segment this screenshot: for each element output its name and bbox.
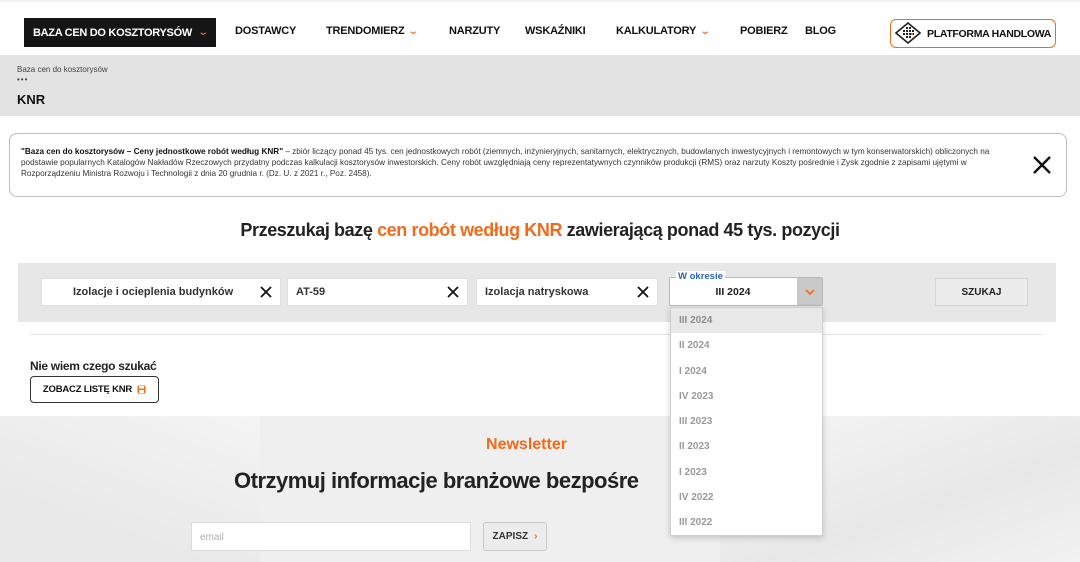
platform-logo-icon xyxy=(895,22,921,44)
nav-item-label: BLOG xyxy=(805,25,836,37)
period-option[interactable]: IV 2022 xyxy=(671,485,822,510)
catalog-field[interactable]: AT-59 xyxy=(287,278,468,306)
catalog-field-value: AT-59 xyxy=(296,286,326,298)
period-select[interactable]: W okresie III 2024 xyxy=(669,271,823,306)
nav-item-trendomierz[interactable]: TRENDOMIERZ ⌄ xyxy=(326,25,419,37)
nav-item-label: NARZUTY xyxy=(449,25,501,37)
newsletter-section: Newsletter Otrzymuj informacje branżowe … xyxy=(0,416,1080,562)
newsletter-headline: Otrzymuj informacje branżowe bezpośre xyxy=(234,468,639,493)
nav-item-kalkulatory[interactable]: KALKULATORY ⌄ xyxy=(616,25,711,37)
top-navigation: BAZA CEN DO KOSZTORYSÓW ⌄ DOSTAWCY TREND… xyxy=(0,0,1080,62)
period-option[interactable]: III 2024 xyxy=(671,308,822,334)
period-option[interactable]: IV 2023 xyxy=(671,384,822,409)
period-option[interactable]: I 2023 xyxy=(671,460,822,485)
nav-item-blog[interactable]: BLOG xyxy=(805,25,836,37)
clear-icon[interactable] xyxy=(446,285,460,299)
heading-text-start: Przeszukaj bazę xyxy=(240,220,378,240)
nav-item-label: TRENDOMIERZ xyxy=(326,25,405,37)
work-type-field-value: Izolacja natryskowa xyxy=(485,286,589,298)
divider xyxy=(30,334,1043,335)
period-option[interactable]: II 2024 xyxy=(671,333,822,358)
breadcrumb-band: Baza cen do kosztorysów ••• KNR xyxy=(0,55,1080,116)
info-box: "Baza cen do kosztorysów – Ceny jednostk… xyxy=(9,133,1067,197)
platforma-handlowa-button[interactable]: PLATFORMA HANDLOWA xyxy=(890,19,1056,48)
nav-baza-cen-label: BAZA CEN DO KOSZTORYSÓW xyxy=(32,26,192,39)
help-question: Nie wiem czego szukać xyxy=(30,359,157,373)
nav-item-pobierz[interactable]: POBIERZ xyxy=(740,25,788,37)
nav-baza-cen-button[interactable]: BAZA CEN DO KOSZTORYSÓW ⌄ xyxy=(24,18,216,47)
close-icon[interactable] xyxy=(1030,153,1054,177)
nav-item-dostawcy[interactable]: DOSTAWCY xyxy=(235,25,296,37)
period-option[interactable]: III 2022 xyxy=(671,510,822,535)
chevron-down-icon: ⌄ xyxy=(408,25,419,37)
email-field[interactable]: email xyxy=(191,522,471,551)
nav-item-narzuty[interactable]: NARZUTY xyxy=(449,25,500,37)
chevron-down-icon[interactable] xyxy=(797,278,822,305)
chevron-right-icon: › xyxy=(534,531,538,542)
info-text: "Baza cen do kosztorysów – Ceny jednostk… xyxy=(21,146,1011,179)
info-text-bold: "Baza cen do kosztorysów – Ceny jednostk… xyxy=(21,147,284,156)
period-dropdown: III 2024 II 2024 I 2024 IV 2023 III 2023 II 2… xyxy=(670,307,823,536)
period-select-legend: W okresie xyxy=(676,271,725,282)
nav-item-label: WSKAŹNIKI xyxy=(525,25,586,37)
nav-item-label: KALKULATORY xyxy=(616,25,697,37)
knr-list-button[interactable]: ZOBACZ LISTĘ KNR xyxy=(30,376,159,403)
heading-text-end: zawierającą ponad 45 tys. pozycji xyxy=(562,220,840,240)
nav-item-label: POBIERZ xyxy=(740,25,788,37)
subscribe-label: ZAPISZ xyxy=(492,531,529,542)
nav-item-wskazniki[interactable]: WSKAŹNIKI xyxy=(525,25,586,37)
chevron-down-icon: ⌄ xyxy=(699,25,711,37)
chevron-down-icon: ⌄ xyxy=(197,27,209,38)
period-select-value: III 2024 xyxy=(715,286,751,298)
period-option[interactable]: II 2023 xyxy=(671,434,822,459)
category-field-value: Izolacje i ocieplenia budynków xyxy=(73,286,234,298)
clear-icon[interactable] xyxy=(636,285,650,299)
knr-list-label: ZOBACZ LISTĘ KNR xyxy=(42,384,133,395)
heading-highlight: cen robót według KNR xyxy=(377,220,563,240)
category-field[interactable]: Izolacje i ocieplenia budynków xyxy=(41,278,281,306)
work-type-field[interactable]: Izolacja natryskowa xyxy=(476,278,658,306)
clear-icon[interactable] xyxy=(259,285,273,299)
nav-item-label: DOSTAWCY xyxy=(235,25,297,37)
platform-label: PLATFORMA HANDLOWA xyxy=(927,27,1052,40)
period-option[interactable]: III 2023 xyxy=(671,409,822,434)
newsletter-label: Newsletter xyxy=(486,436,567,453)
search-heading: Przeszukaj bazę cen robót według KNR zaw… xyxy=(0,220,1080,241)
search-button[interactable]: SZUKAJ xyxy=(935,278,1028,306)
save-icon xyxy=(137,385,146,394)
page-title: KNR xyxy=(17,92,46,107)
breadcrumb[interactable]: Baza cen do kosztorysów xyxy=(17,65,108,74)
breadcrumb-dots: ••• xyxy=(17,75,29,84)
period-option[interactable]: I 2024 xyxy=(671,359,822,384)
subscribe-button[interactable]: ZAPISZ › xyxy=(483,522,547,551)
